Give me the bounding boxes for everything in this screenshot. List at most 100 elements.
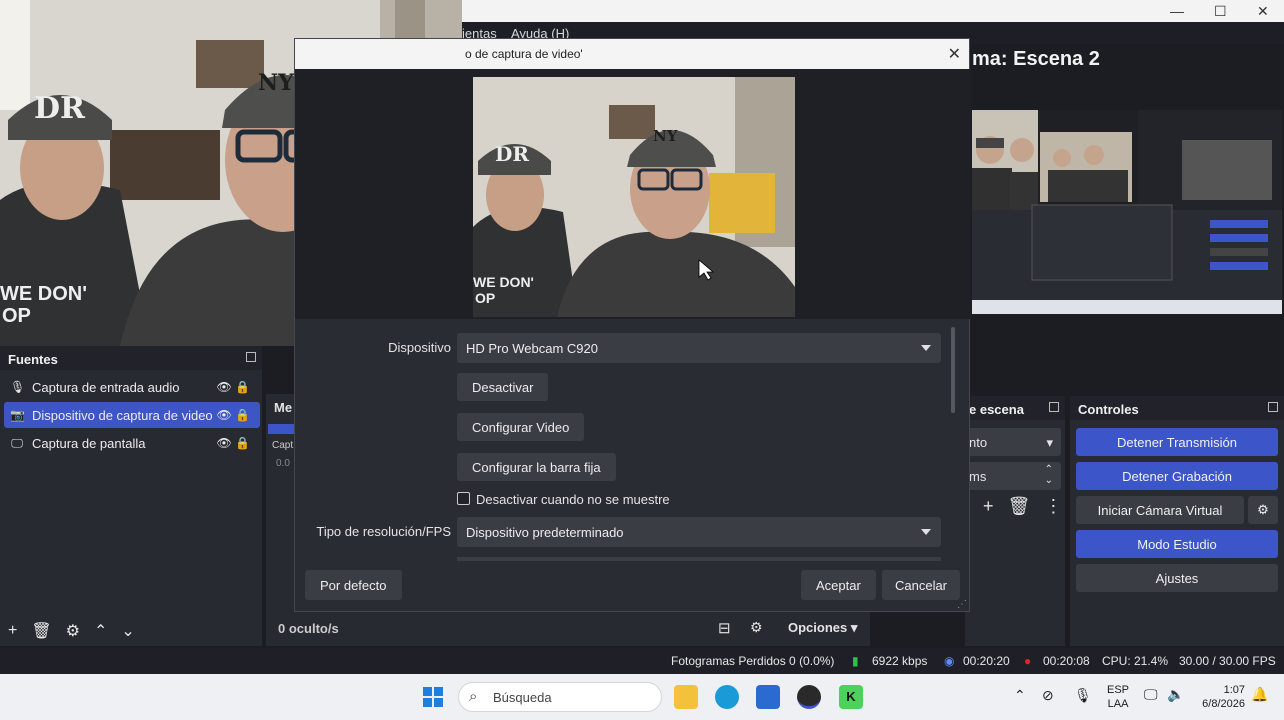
configure-crossbar-button[interactable]: Configurar la barra fija [457, 453, 616, 481]
notification-bell-icon[interactable]: 🔔 [1251, 686, 1268, 703]
windows-taskbar: ⌕ Búsqueda K ⌃ ⊘ 🎙 ESP LAA 🖵 🔈 1:07 6/8/20… [0, 674, 1284, 720]
chevron-down-icon [921, 345, 931, 351]
source-label: Captura de pantalla [32, 435, 146, 451]
add-icon[interactable]: + [983, 496, 994, 517]
gear-icon[interactable]: ⚙ [66, 621, 80, 641]
settings-button[interactable]: Ajustes [1076, 564, 1278, 592]
source-label: Dispositivo de captura de video [32, 407, 213, 423]
audio-mixer-dock: Me Capt 0.0 [266, 394, 296, 646]
trash-icon[interactable]: 🗑 [1008, 496, 1031, 517]
fps-readout: 30.00 / 30.00 FPS [1179, 654, 1276, 668]
svg-text:OP: OP [475, 290, 495, 306]
visibility-eye-icon[interactable]: 👁 🔒 [216, 408, 250, 422]
svg-text:WE DON': WE DON' [473, 274, 534, 290]
stream-icon: ◉ [944, 654, 955, 668]
svg-text:NY: NY [258, 70, 294, 96]
source-item-screen[interactable]: 🖵 Captura de pantalla 👁 🔒 [4, 430, 260, 456]
search-icon: ⌕ [469, 688, 478, 705]
controls-dock: Controles Detener Transmisión Detener Gr… [1070, 396, 1284, 646]
window-title-bar: — ☐ ✕ [462, 0, 1284, 22]
dialog-preview: DR WE DON' OP NY [295, 69, 971, 319]
more-vertical-icon[interactable]: ⋮ [1044, 496, 1062, 517]
configure-video-button[interactable]: Configurar Video [457, 413, 585, 441]
svg-text:NY: NY [653, 127, 678, 145]
obs-app-icon[interactable] [797, 685, 821, 709]
chevron-down-icon [921, 529, 931, 535]
record-icon: ● [1024, 654, 1032, 668]
undock-icon[interactable] [246, 352, 256, 362]
defaults-button[interactable]: Por defecto [305, 570, 402, 600]
network-icon[interactable]: 🖵 [1144, 686, 1158, 703]
source-item-audio[interactable]: 🎙 Captura de entrada audio 👁 🔒 [4, 374, 260, 400]
properties-dialog: o de captura de video' ✕ DR WE DON' OP N… [294, 38, 971, 612]
deactivate-when-hidden-checkbox[interactable] [457, 492, 470, 505]
controls-header: Controles [1070, 396, 1284, 420]
dialog-camera-preview: DR WE DON' OP NY [473, 77, 795, 317]
transition-select[interactable]: nto ▾ [965, 428, 1061, 456]
audio-settings-icon[interactable]: ⚙ [750, 619, 763, 636]
mixer-meter [268, 424, 294, 434]
kick-app-icon[interactable]: K [839, 685, 863, 709]
arrow-down-icon[interactable]: ⌄ [121, 621, 134, 641]
transition-duration[interactable]: ms ⌃ ⌄ [965, 462, 1061, 490]
dialog-scrollbar[interactable] [951, 327, 955, 413]
studio-mode-button[interactable]: Modo Estudio [1076, 530, 1278, 558]
virtual-camera-gear-icon[interactable]: ⚙ [1248, 496, 1278, 524]
transitions-header: e escena [965, 396, 1065, 420]
add-source-icon[interactable]: + [8, 622, 17, 640]
mixer-footer: 0 oculto/s ⊟ ⚙ Opciones ▾ [266, 612, 870, 646]
visibility-eye-icon[interactable]: 👁 🔒 [216, 436, 250, 450]
resolution-label: Tipo de resolución/FPS [316, 524, 451, 539]
stop-stream-button[interactable]: Detener Transmisión [1076, 428, 1278, 456]
resolution-select[interactable]: Dispositivo predeterminado [457, 517, 941, 547]
undock-icon[interactable] [1268, 402, 1278, 412]
cpu-usage: CPU: 21.4% [1102, 654, 1169, 668]
arrow-up-icon[interactable]: ⌃ [94, 621, 107, 641]
store-icon[interactable] [756, 685, 780, 709]
edge-browser-icon[interactable] [715, 685, 739, 709]
svg-text:DR: DR [34, 91, 86, 126]
spin-arrows-icon[interactable]: ⌃ ⌄ [1045, 464, 1053, 486]
sources-header: Fuentes [0, 346, 262, 370]
transition-toolbar: + 🗑 ⋮ [983, 496, 1062, 517]
microphone-tray-icon[interactable]: 🎙 [1074, 687, 1092, 704]
clock[interactable]: 1:07 6/8/2026 [1195, 683, 1245, 711]
mixer-channel-value: 0.0 [276, 458, 290, 469]
resize-grip-icon[interactable]: ⋰ [957, 599, 967, 610]
mixer-channel-label: Capt [272, 440, 294, 451]
source-label: Captura de entrada audio [32, 379, 180, 395]
hidden-count: 0 oculto/s [278, 621, 339, 636]
chevron-up-icon[interactable]: ⌃ [1014, 687, 1026, 704]
volume-icon[interactable]: 🔈 [1167, 686, 1184, 703]
start-virtual-camera-button[interactable]: Iniciar Cámara Virtual [1076, 496, 1244, 524]
taskbar-search[interactable]: ⌕ Búsqueda [458, 682, 662, 712]
monitor-icon: 🖵 [11, 435, 23, 450]
maximize-icon[interactable]: ☐ [1214, 3, 1227, 20]
deactivate-button[interactable]: Desactivar [457, 373, 549, 401]
start-windows-icon[interactable] [423, 687, 443, 707]
layout-icon[interactable]: ⊟ [718, 619, 731, 637]
sources-dock: Fuentes 🎙 Captura de entrada audio 👁 🔒 📷… [0, 346, 262, 646]
file-explorer-icon[interactable] [674, 685, 698, 709]
language-indicator[interactable]: ESP LAA [1107, 683, 1129, 711]
visibility-eye-icon[interactable]: 👁 🔒 [216, 380, 250, 394]
dialog-title: o de captura de video' [295, 39, 969, 69]
source-item-video[interactable]: 📷 Dispositivo de captura de video 👁 🔒 [4, 402, 260, 428]
close-icon[interactable]: ✕ [948, 44, 961, 64]
options-button[interactable]: Opciones ▾ [788, 620, 857, 636]
cancel-button[interactable]: Cancelar [882, 570, 960, 600]
dropped-frames: Fotogramas Perdidos 0 (0.0%) [671, 654, 835, 668]
stop-recording-button[interactable]: Detener Grabación [1076, 462, 1278, 490]
device-select[interactable]: HD Pro Webcam C920 [457, 333, 941, 363]
sources-toolbar: + 🗑 ⚙ ⌃ ⌄ [0, 616, 262, 646]
record-time: 00:20:08 [1043, 654, 1090, 668]
checkbox-label: Desactivar cuando no se muestre [476, 492, 670, 507]
close-window-icon[interactable]: ✕ [1257, 3, 1269, 20]
undock-icon[interactable] [1049, 402, 1059, 412]
microphone-icon: 🎙 [10, 380, 26, 394]
trash-icon[interactable]: 🗑 [31, 621, 51, 641]
minimize-icon[interactable]: — [1170, 3, 1184, 19]
network-off-icon[interactable]: ⊘ [1042, 687, 1054, 704]
svg-text:OP: OP [2, 305, 31, 327]
accept-button[interactable]: Aceptar [801, 570, 876, 600]
